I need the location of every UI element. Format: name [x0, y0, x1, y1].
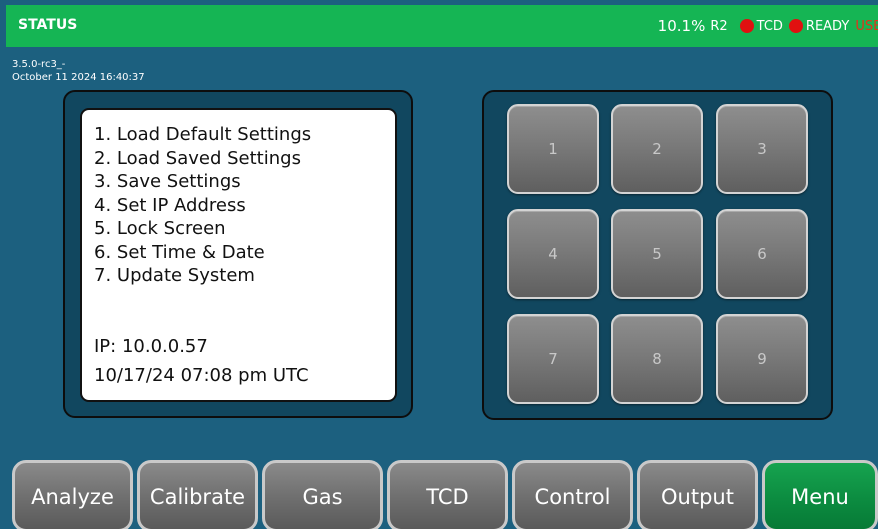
- menu-item-load-saved-settings[interactable]: 2. Load Saved Settings: [94, 147, 311, 171]
- tab-tcd[interactable]: TCD: [387, 460, 508, 529]
- version-info: 3.5.0-rc3_- October 11 2024 16:40:37: [12, 58, 145, 84]
- status-indicators: 10.1% R2 TCD READY USB: [658, 5, 878, 47]
- keypad-key-3[interactable]: 3: [716, 104, 808, 194]
- menu-item-set-ip-address[interactable]: 4. Set IP Address: [94, 194, 311, 218]
- menu-item-load-default-settings[interactable]: 1. Load Default Settings: [94, 123, 311, 147]
- usb-indicator-label: USB: [855, 18, 878, 34]
- version-date: October 11 2024 16:40:37: [12, 72, 145, 83]
- keypad-key-9[interactable]: 9: [716, 314, 808, 404]
- status-bar: STATUS 10.1% R2 TCD READY USB: [6, 5, 878, 47]
- menu-item-save-settings[interactable]: 3. Save Settings: [94, 170, 311, 194]
- info-panel: 1. Load Default Settings 2. Load Saved S…: [80, 108, 397, 402]
- ip-address-readout: IP: 10.0.0.57: [94, 336, 208, 357]
- tab-gas[interactable]: Gas: [262, 460, 383, 529]
- menu-item-update-system[interactable]: 7. Update System: [94, 264, 311, 288]
- numeric-keypad: 1 2 3 4 5 6 7 8 9: [482, 90, 833, 420]
- tcd-status-dot-icon: [739, 19, 754, 33]
- datetime-readout: 10/17/24 07:08 pm UTC: [94, 365, 309, 386]
- ready-indicator-label: READY: [805, 18, 850, 34]
- ready-status-dot-icon: [788, 19, 803, 33]
- keypad-key-5[interactable]: 5: [611, 209, 703, 299]
- tab-analyze[interactable]: Analyze: [12, 460, 133, 529]
- keypad-key-2[interactable]: 2: [611, 104, 703, 194]
- keypad-key-8[interactable]: 8: [611, 314, 703, 404]
- keypad-key-4[interactable]: 4: [507, 209, 599, 299]
- screen: STATUS 10.1% R2 TCD READY USB 3.5.0-rc3_…: [0, 0, 878, 529]
- tab-output[interactable]: Output: [637, 460, 758, 529]
- tab-menu[interactable]: Menu: [762, 460, 878, 529]
- concentration-readout: 10.1%: [657, 17, 706, 35]
- settings-menu-list: 1. Load Default Settings 2. Load Saved S…: [94, 123, 311, 288]
- keypad-key-7[interactable]: 7: [507, 314, 599, 404]
- tab-calibrate[interactable]: Calibrate: [137, 460, 258, 529]
- keypad-key-1[interactable]: 1: [507, 104, 599, 194]
- range-readout: R2: [710, 18, 728, 34]
- menu-item-lock-screen[interactable]: 5. Lock Screen: [94, 217, 311, 241]
- status-title: STATUS: [18, 17, 78, 33]
- version-build: 3.5.0-rc3_-: [12, 59, 66, 70]
- tcd-indicator-label: TCD: [756, 18, 783, 34]
- keypad-key-6[interactable]: 6: [716, 209, 808, 299]
- menu-item-set-time-date[interactable]: 6. Set Time & Date: [94, 241, 311, 265]
- tab-control[interactable]: Control: [512, 460, 633, 529]
